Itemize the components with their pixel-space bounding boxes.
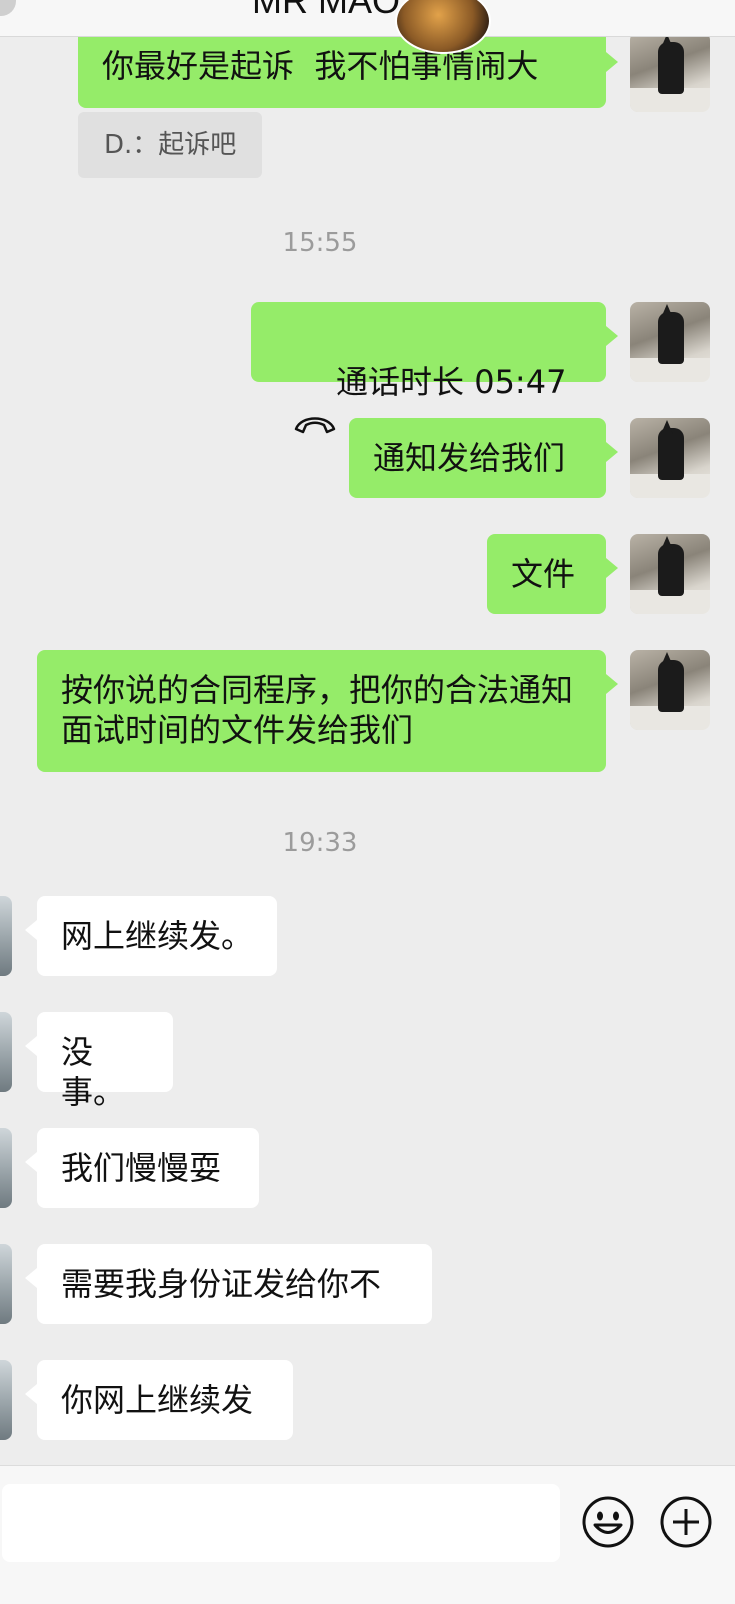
emoji-icon[interactable] — [580, 1494, 636, 1550]
self-avatar[interactable] — [630, 302, 710, 382]
chat-header: MR MAO — [0, 0, 735, 37]
chat-title[interactable]: MR MAO — [252, 0, 400, 22]
contact-avatar[interactable] — [0, 896, 12, 976]
timestamp: 19:33 — [282, 828, 358, 858]
contact-avatar[interactable] — [0, 1012, 12, 1092]
contact-avatar[interactable] — [0, 1244, 12, 1324]
call-duration-text: 通话时长 05:47 — [336, 363, 567, 401]
contact-avatar[interactable] — [0, 1360, 12, 1440]
received-message-bubble[interactable]: 需要我身份证发给你不 — [25, 1244, 432, 1324]
sent-message-bubble[interactable]: 文件 — [487, 534, 618, 614]
received-message-bubble[interactable]: 网上继续发。 — [25, 896, 277, 976]
plus-circle-icon[interactable] — [658, 1494, 714, 1550]
input-bar — [0, 1465, 735, 1604]
call-record-bubble[interactable]: 通话时长 05:47 — [251, 302, 618, 434]
self-avatar[interactable] — [630, 32, 710, 112]
sent-message-bubble[interactable]: 通知发给我们 — [349, 418, 618, 498]
message-input[interactable] — [2, 1484, 560, 1562]
received-message-bubble[interactable]: 没事。 — [25, 1012, 173, 1111]
self-avatar[interactable] — [630, 534, 710, 614]
back-icon[interactable] — [0, 0, 16, 16]
message-list[interactable]: 你最好是起诉 我不怕事情闹大 D.：起诉吧 15:55 通话时长 05:47 通… — [0, 0, 735, 1465]
phone-hangup-icon — [294, 417, 336, 434]
received-message-bubble[interactable]: 我们慢慢耍 — [25, 1128, 259, 1208]
self-avatar[interactable] — [630, 418, 710, 498]
self-avatar[interactable] — [630, 650, 710, 730]
timestamp: 15:55 — [282, 228, 358, 258]
received-message-bubble[interactable]: 你网上继续发 — [25, 1360, 293, 1440]
sent-message-bubble[interactable]: 按你说的合同程序，把你的合法通知面试时间的文件发给我们 — [37, 650, 618, 772]
quoted-message[interactable]: D.：起诉吧 — [78, 112, 263, 178]
contact-avatar[interactable] — [0, 1128, 12, 1208]
sent-message-bubble[interactable]: 你最好是起诉 我不怕事情闹大 — [78, 28, 618, 108]
